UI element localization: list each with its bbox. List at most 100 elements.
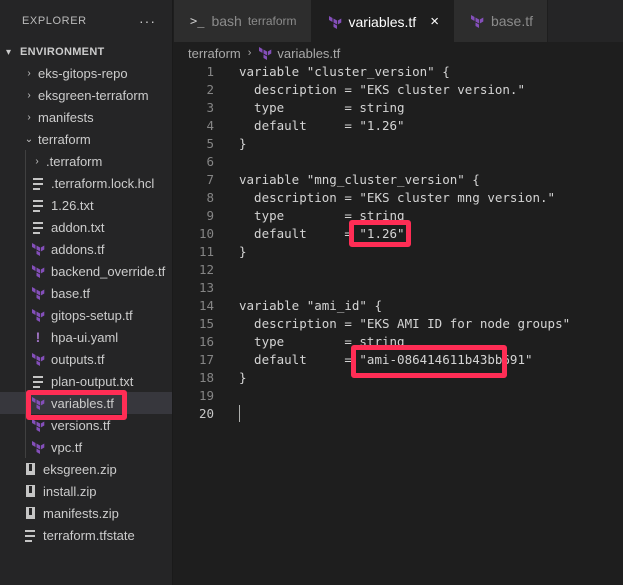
- text-file-icon: [22, 527, 38, 543]
- tab-label: bash: [211, 13, 242, 29]
- indent-guide: [25, 370, 26, 392]
- indent-guide: [25, 238, 26, 260]
- indent-guide: [25, 348, 26, 370]
- highlight-box-mng-version: [349, 220, 411, 247]
- code-line[interactable]: 3 type = string: [174, 98, 623, 116]
- code-line[interactable]: 5}: [174, 134, 623, 152]
- code-editor[interactable]: 1 variable "cluster_version" {2 descripti…: [174, 62, 623, 585]
- code-line[interactable]: 13: [174, 278, 623, 296]
- breadcrumb: terraform › variables.tf: [188, 42, 340, 64]
- explorer-header: EXPLORER ···: [0, 0, 172, 42]
- tree-item-label: install.zip: [43, 483, 97, 499]
- text-file-icon: [30, 219, 46, 235]
- tree-item-label: hpa-ui.yaml: [51, 329, 119, 345]
- line-number: 20: [198, 405, 214, 421]
- chevron-right-icon: ›: [35, 155, 39, 167]
- tree-item[interactable]: addon.txt: [0, 216, 172, 238]
- tree-item-label: eks-gitops-repo: [38, 65, 128, 81]
- indent-guide: [25, 326, 26, 348]
- close-icon[interactable]: ×: [430, 13, 439, 30]
- tree-item[interactable]: vpc.tf: [0, 436, 172, 458]
- explorer-sidebar: EXPLORER ··· ▾ ENVIRONMENT › eks-gitops-r…: [0, 0, 173, 585]
- code-line[interactable]: 2 description = "EKS cluster version.": [174, 80, 623, 98]
- tree-item[interactable]: › .terraform: [0, 150, 172, 172]
- terraform-icon: [30, 263, 46, 279]
- tree-item-label: outputs.tf: [51, 351, 105, 367]
- tree-item[interactable]: backend_override.tf: [0, 260, 172, 282]
- code-text: description = "EKS cluster version.": [239, 81, 525, 97]
- workspace-name: ENVIRONMENT: [20, 46, 105, 58]
- code-text: default = "1.26": [239, 117, 405, 133]
- line-number: 1: [206, 63, 214, 79]
- yaml-icon: !: [35, 329, 41, 345]
- code-line[interactable]: 15 description = "EKS AMI ID for node gr…: [174, 314, 623, 332]
- tree-item[interactable]: › eksgreen-terraform: [0, 84, 172, 106]
- line-number: 3: [206, 99, 214, 115]
- tab-base-tf[interactable]: base.tf: [453, 0, 548, 42]
- tree-item[interactable]: › manifests: [0, 106, 172, 128]
- tree-item-label: terraform: [38, 131, 91, 147]
- code-line[interactable]: 19: [174, 386, 623, 404]
- indent-guide: [25, 304, 26, 326]
- chevron-right-icon: ›: [27, 111, 31, 123]
- code-line[interactable]: 7 variable "mng_cluster_version" {: [174, 170, 623, 188]
- tree-item[interactable]: terraform.tfstate: [0, 524, 172, 546]
- tree-item[interactable]: gitops-setup.tf: [0, 304, 172, 326]
- workspace-section-header[interactable]: ▾ ENVIRONMENT: [0, 42, 172, 62]
- line-number: 7: [206, 171, 214, 187]
- code-line[interactable]: 14 variable "ami_id" {: [174, 296, 623, 314]
- tree-item[interactable]: ⌄ terraform: [0, 128, 172, 150]
- chevron-down-icon: ▾: [6, 46, 12, 58]
- line-number: 10: [198, 225, 214, 241]
- chevron-down-icon: ⌄: [24, 133, 34, 145]
- breadcrumb-folder[interactable]: terraform: [188, 46, 241, 61]
- terraform-icon: [30, 307, 46, 323]
- line-number: 5: [206, 135, 214, 151]
- terminal-icon: >_: [190, 14, 205, 28]
- tree-item-label: addons.tf: [51, 241, 105, 257]
- indent-guide: [25, 216, 26, 238]
- tree-item[interactable]: manifests.zip: [0, 502, 172, 524]
- tree-item[interactable]: outputs.tf: [0, 348, 172, 370]
- tree-item[interactable]: ! hpa-ui.yaml: [0, 326, 172, 348]
- tree-item[interactable]: addons.tf: [0, 238, 172, 260]
- chevron-right-icon: ›: [247, 47, 252, 59]
- tree-item-label: 1.26.txt: [51, 197, 94, 213]
- code-line[interactable]: 6: [174, 152, 623, 170]
- line-number: 16: [198, 333, 214, 349]
- text-file-icon: [30, 175, 46, 191]
- zip-file-icon: [22, 483, 38, 499]
- tree-item[interactable]: eksgreen.zip: [0, 458, 172, 480]
- tree-item[interactable]: base.tf: [0, 282, 172, 304]
- text-file-icon: [30, 197, 46, 213]
- text-file-icon: [30, 373, 46, 389]
- indent-guide: [25, 150, 26, 172]
- tab-label: variables.tf: [348, 13, 417, 30]
- more-actions-icon[interactable]: ···: [139, 13, 156, 29]
- code-line[interactable]: 8 description = "EKS cluster mng version…: [174, 188, 623, 206]
- code-line[interactable]: 20: [174, 404, 623, 422]
- tree-item[interactable]: plan-output.txt: [0, 370, 172, 392]
- tree-item-label: vpc.tf: [51, 439, 83, 455]
- tree-item[interactable]: install.zip: [0, 480, 172, 502]
- tab-variables-tf[interactable]: variables.tf ×: [311, 0, 454, 42]
- code-text: }: [239, 135, 247, 151]
- tree-item-label: .terraform.lock.hcl: [51, 175, 155, 191]
- terraform-icon: [470, 14, 484, 28]
- tree-item[interactable]: › eks-gitops-repo: [0, 62, 172, 84]
- tree-item[interactable]: .terraform.lock.hcl: [0, 172, 172, 194]
- line-number: 9: [206, 207, 214, 223]
- tab-label: base.tf: [490, 13, 533, 29]
- indent-guide: [25, 282, 26, 304]
- terraform-icon: [30, 285, 46, 301]
- file-tree: › eks-gitops-repo › eksgreen-terraform › mani…: [0, 62, 172, 546]
- highlight-box-ami-id: [351, 345, 507, 378]
- code-line[interactable]: 1 variable "cluster_version" {: [174, 62, 623, 80]
- code-line[interactable]: 12: [174, 260, 623, 278]
- tree-item[interactable]: 1.26.txt: [0, 194, 172, 216]
- line-number: 17: [198, 351, 214, 367]
- code-line[interactable]: 4 default = "1.26": [174, 116, 623, 134]
- tab-bash-terminal[interactable]: >_ bash terraform: [174, 0, 312, 42]
- breadcrumb-file[interactable]: variables.tf: [277, 46, 340, 61]
- line-number: 18: [198, 369, 214, 385]
